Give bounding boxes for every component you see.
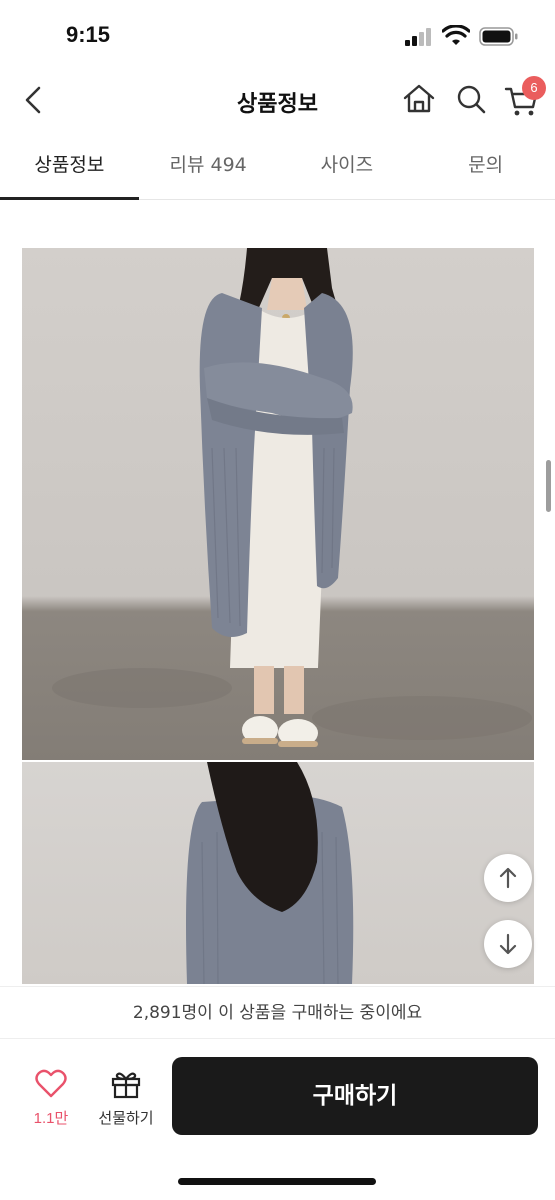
purchase-notice: 2,891명이 이 상품을 구매하는 중이에요 [0, 986, 555, 1038]
home-indicator [178, 1178, 376, 1185]
search-button[interactable] [452, 80, 490, 118]
tab-reviews[interactable]: 리뷰 494 [139, 132, 278, 199]
like-count: 1.1만 [33, 1110, 69, 1127]
gift-icon [111, 1072, 141, 1099]
like-button[interactable]: 1.1만 [24, 1069, 78, 1129]
scrollbar[interactable] [546, 460, 551, 512]
cart-count-badge: 6 [522, 76, 546, 100]
home-icon [403, 84, 435, 113]
product-image-full-outfit [22, 248, 534, 760]
chevron-left-icon [25, 86, 41, 114]
cellular-signal-icon [405, 28, 435, 46]
product-image-back-view [22, 762, 534, 984]
gift-button[interactable]: 선물하기 [94, 1069, 158, 1129]
arrow-up-icon [499, 867, 517, 889]
gift-label: 선물하기 [98, 1109, 154, 1127]
scroll-to-bottom-button[interactable] [484, 920, 532, 968]
status-bar: 9:15 [0, 0, 555, 72]
arrow-down-icon [499, 933, 517, 955]
bottom-action-bar: 1.1만 선물하기 구매하기 [0, 1038, 555, 1200]
back-button[interactable] [14, 80, 54, 120]
home-button[interactable] [400, 80, 438, 118]
product-tabs: 상품정보 리뷰 494 사이즈 문의 [0, 132, 555, 200]
buy-button[interactable]: 구매하기 [172, 1057, 538, 1135]
top-navigation-bar: 상품정보 6 [0, 72, 555, 128]
heart-icon [35, 1069, 67, 1098]
battery-icon [479, 27, 518, 46]
scroll-to-top-button[interactable] [484, 854, 532, 902]
search-icon [457, 85, 486, 114]
tab-size[interactable]: 사이즈 [278, 132, 417, 199]
tab-product-info[interactable]: 상품정보 [0, 132, 139, 200]
status-time: 9:15 [66, 22, 111, 47]
tab-inquiry[interactable]: 문의 [416, 132, 555, 199]
wifi-icon [442, 25, 470, 45]
